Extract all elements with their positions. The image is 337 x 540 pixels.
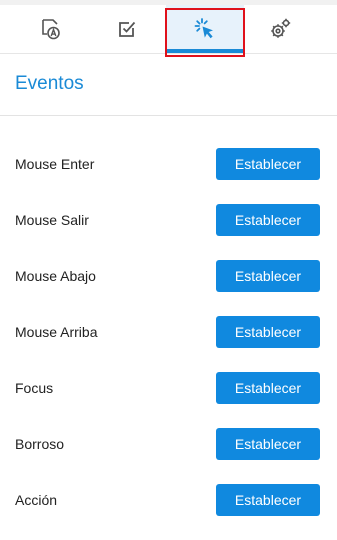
active-tab-indicator bbox=[166, 49, 244, 53]
event-label: Focus bbox=[15, 380, 54, 396]
cursor-click-icon bbox=[194, 18, 213, 39]
set-focus-button[interactable]: Establecer bbox=[216, 372, 320, 404]
event-row-mouse-down: Mouse Abajo Establecer bbox=[0, 260, 337, 292]
set-mouse-up-button[interactable]: Establecer bbox=[216, 316, 320, 348]
event-row-mouse-up: Mouse Arriba Establecer bbox=[0, 316, 337, 348]
tab-events[interactable] bbox=[166, 5, 244, 53]
set-blur-button[interactable]: Establecer bbox=[216, 428, 320, 460]
event-row-mouse-leave: Mouse Salir Establecer bbox=[0, 204, 337, 236]
event-row-focus: Focus Establecer bbox=[0, 372, 337, 404]
divider bbox=[0, 115, 337, 116]
section-title: Eventos bbox=[15, 73, 84, 94]
event-label: Mouse Abajo bbox=[15, 268, 96, 284]
checkbox-icon bbox=[119, 21, 136, 37]
gears-icon bbox=[271, 18, 291, 38]
tab-validation[interactable] bbox=[88, 5, 168, 53]
set-action-button[interactable]: Establecer bbox=[216, 484, 320, 516]
set-mouse-down-button[interactable]: Establecer bbox=[216, 260, 320, 292]
event-row-action: Acción Establecer bbox=[0, 484, 337, 516]
set-mouse-leave-button[interactable]: Establecer bbox=[216, 204, 320, 236]
tab-settings[interactable] bbox=[240, 5, 320, 53]
event-label: Mouse Enter bbox=[15, 156, 95, 172]
set-mouse-enter-button[interactable]: Establecer bbox=[216, 148, 320, 180]
event-row-mouse-enter: Mouse Enter Establecer bbox=[0, 148, 337, 180]
event-label: Acción bbox=[15, 492, 58, 508]
event-label: Mouse Salir bbox=[15, 212, 89, 228]
event-row-blur: Borroso Establecer bbox=[0, 428, 337, 460]
style-text-icon bbox=[42, 19, 60, 40]
tab-bar bbox=[0, 5, 337, 54]
event-label: Borroso bbox=[15, 436, 65, 452]
tab-styles[interactable] bbox=[10, 5, 90, 53]
event-label: Mouse Arriba bbox=[15, 324, 98, 340]
